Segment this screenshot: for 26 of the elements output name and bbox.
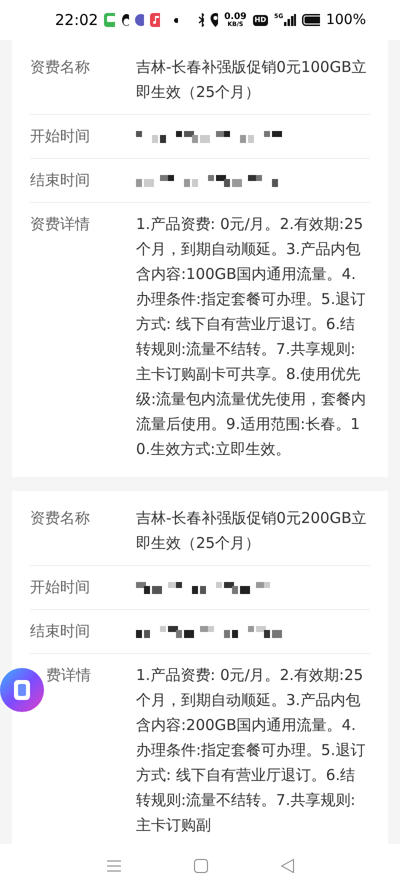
bluetooth-icon	[198, 13, 204, 27]
window-icon	[13, 679, 31, 701]
field-label: 资费名称	[30, 57, 90, 78]
field-label: 开始时间	[30, 126, 90, 147]
music-app-icon	[150, 13, 160, 27]
field-label: 结束时间	[30, 170, 90, 191]
field-value: 吉林-长春补强版促销0元200GB立即生效（25个月）	[136, 508, 368, 554]
field-label: 资费名称	[30, 508, 90, 529]
clock-time: 22:02	[55, 10, 98, 31]
menu-icon[interactable]	[106, 860, 120, 872]
field-value: 1.产品资费: 0元/月。2.有效期:25个月，到期自动顺延。3.产品内包含内容:200GB国内通用流量。4.办理条件:指定套餐可办理。5.退订方式: 线下自有营业厅退订。6.结转规则:流量不结转。7.共享规则:主卡订购副	[136, 665, 366, 836]
field-label: 资费详情	[30, 214, 90, 235]
field-label: 开始时间	[30, 577, 90, 598]
field-label: 结束时间	[30, 621, 90, 642]
battery-percent: 100%	[326, 10, 366, 30]
battery-icon	[302, 14, 320, 26]
signal-icon	[284, 14, 296, 26]
back-icon[interactable]	[280, 859, 294, 873]
chat-app-icon	[104, 13, 115, 27]
home-icon[interactable]	[194, 859, 208, 873]
field-value: 吉林-长春补强版促销0元100GB立即生效（25个月）	[136, 57, 368, 103]
floating-assistant-button[interactable]	[0, 668, 44, 712]
field-label: 费详情	[46, 665, 91, 686]
field-value: 1.产品资费: 0元/月。2.有效期:25个月，到期自动顺延。3.产品内包含内容:100GB国内通用流量。4.办理条件:指定套餐可办理。5.退订方式: 线下自有营业厅退订。6.结转规则:流量不结转。7.共享规则:主卡订购副卡可共享。8.使用优先级:流量包内流量优先使用，套餐内流量后使用。9.适用范围:长春。10.生效方式:立即生效。	[136, 214, 368, 460]
location-icon	[210, 13, 218, 27]
network-speed: 0.09	[224, 12, 246, 22]
